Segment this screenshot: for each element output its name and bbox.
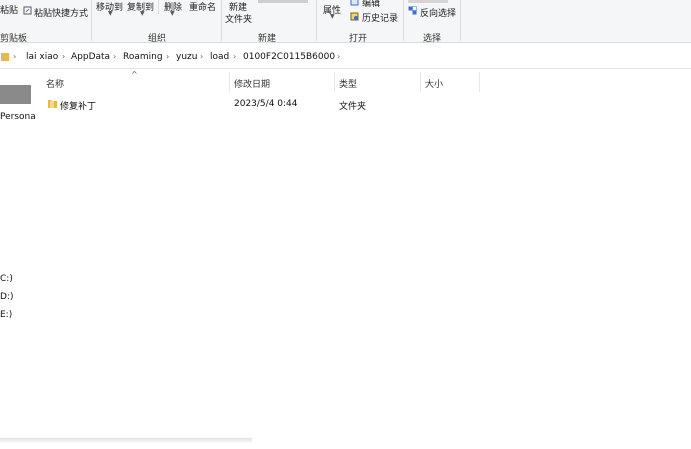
file-type: 文件夹: [339, 102, 367, 112]
breadcrumb-chevron-icon: ›: [113, 52, 117, 61]
history-button[interactable]: 历史记录: [362, 11, 398, 24]
organize-group-label: 组织: [148, 34, 167, 44]
new-group-label: 新建: [258, 34, 277, 44]
nav-item-selected[interactable]: [0, 85, 31, 104]
paste-shortcut-button[interactable]: 粘贴快捷方式: [34, 6, 88, 19]
file-modified: 2023/5/4 0:44: [234, 99, 298, 109]
breadcrumb-chevron-icon[interactable]: ›: [337, 52, 340, 61]
select-group-label: 选择: [423, 34, 442, 44]
breadcrumb-item[interactable]: lai xiao: [26, 52, 58, 62]
breadcrumb-chevron-icon: ›: [13, 52, 17, 61]
paste-button[interactable]: 粘贴: [0, 3, 18, 16]
paste-shortcut-icon: [23, 6, 32, 15]
nav-item-drive-d[interactable]: D:): [0, 292, 13, 302]
window-edge-shadow: [0, 438, 252, 444]
file-row[interactable]: 修复补丁 2023/5/4 0:44 文件夹: [44, 96, 684, 112]
file-name[interactable]: 修复补丁: [60, 99, 96, 112]
breadcrumb-chevron-icon: ›: [166, 52, 170, 61]
column-divider[interactable]: [420, 72, 421, 92]
column-divider[interactable]: [334, 72, 335, 92]
ribbon-separator: [316, 0, 317, 41]
column-header-size[interactable]: 大小: [425, 77, 443, 90]
ribbon-separator: [91, 0, 92, 41]
rename-button[interactable]: 重命名: [189, 0, 216, 13]
breadcrumb-chevron-icon: ›: [200, 52, 204, 61]
address-bar[interactable]: › lai xiao › AppData › Roaming › yuzu › …: [0, 46, 691, 69]
breadcrumb-item[interactable]: load: [210, 52, 229, 62]
new-folder-button-line2[interactable]: 文件夹: [225, 12, 252, 25]
sort-ascending-icon: ^: [131, 70, 138, 79]
ribbon-separator: [460, 0, 461, 41]
ribbon-separator: [221, 0, 222, 41]
breadcrumb-chevron-icon: ›: [62, 52, 66, 61]
edit-button[interactable]: 编辑: [362, 0, 380, 9]
breadcrumb-item[interactable]: yuzu: [176, 52, 197, 62]
ribbon-separator: [403, 0, 404, 41]
breadcrumb-chevron-icon: ›: [233, 52, 237, 61]
open-group-label: 打开: [349, 34, 368, 44]
chevron-down-icon: ▼: [108, 10, 113, 17]
column-header-name[interactable]: 名称: [46, 77, 64, 90]
breadcrumb-item[interactable]: Roaming: [123, 52, 163, 62]
breadcrumb-item[interactable]: AppData: [71, 52, 110, 62]
column-divider[interactable]: [479, 72, 480, 92]
column-header-type[interactable]: 类型: [339, 77, 357, 90]
select-none-button-partial[interactable]: [408, 0, 448, 3]
new-item-button-partial[interactable]: [258, 0, 308, 3]
folder-icon: [1, 53, 9, 61]
chevron-down-icon: ▼: [330, 13, 335, 20]
ribbon-separator: [158, 0, 159, 14]
invert-selection-icon: [408, 6, 417, 15]
breadcrumb-item-current[interactable]: 0100F2C0115B6000: [243, 52, 335, 62]
column-header-modified[interactable]: 修改日期: [234, 77, 270, 90]
folder-icon: [48, 100, 57, 108]
nav-item-drive-e[interactable]: E:): [0, 310, 12, 320]
nav-item-drive-c[interactable]: C:): [0, 274, 13, 284]
ribbon: 粘贴 粘贴快捷方式 剪贴板 移动到 ▼ 复制到 ▼ 删除 ▼ 重命名 组织 新建…: [0, 0, 691, 44]
history-icon: [350, 12, 359, 21]
column-divider[interactable]: [229, 72, 230, 92]
chevron-down-icon: ▼: [140, 10, 145, 17]
nav-item-personal[interactable]: Persona: [0, 112, 36, 122]
edit-icon: [350, 0, 359, 6]
invert-selection-button[interactable]: 反向选择: [420, 6, 456, 19]
clipboard-group-label: 剪贴板: [0, 34, 28, 44]
chevron-down-icon: ▼: [170, 10, 175, 17]
